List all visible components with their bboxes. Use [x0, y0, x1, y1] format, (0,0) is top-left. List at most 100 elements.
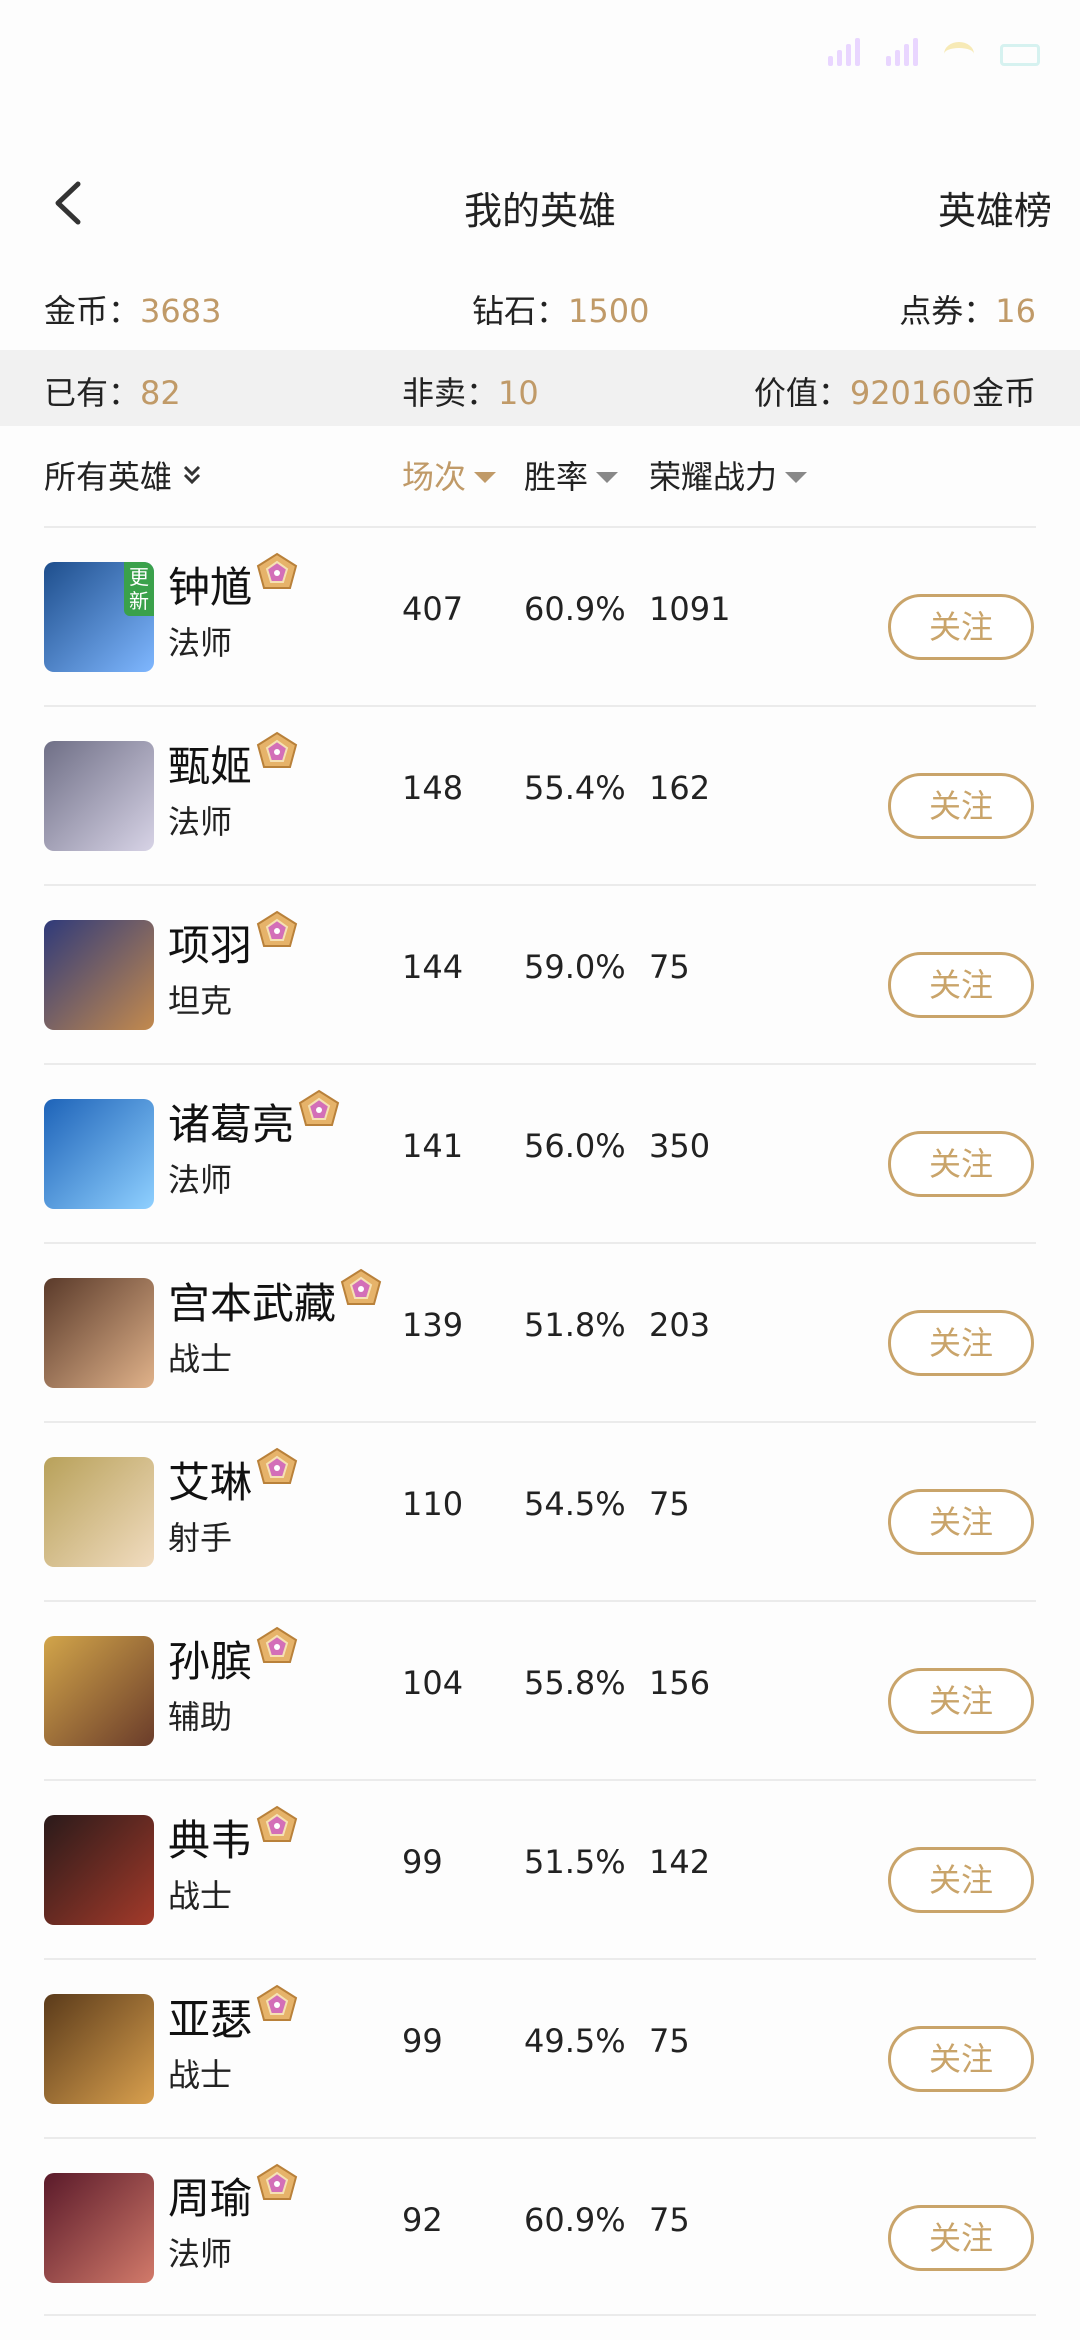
hero-avatar[interactable] — [44, 1994, 154, 2104]
hero-name: 项羽 — [168, 921, 253, 970]
hero-games: 92 — [402, 2201, 443, 2239]
sort-down-icon — [596, 471, 619, 483]
hero-role: 法师 — [168, 803, 233, 841]
hero-name: 艾琳 — [168, 1458, 253, 1507]
worth-unit: 金币 — [971, 374, 1036, 412]
medal-icon — [256, 1805, 298, 1842]
hero-name: 亚瑟 — [168, 1995, 253, 2044]
hero-name-wrap: 亚瑟 — [168, 1984, 300, 2047]
hero-games: 407 — [402, 590, 464, 628]
sort-by-power[interactable]: 荣耀战力 — [649, 452, 808, 498]
coupon-value: 16 — [995, 292, 1036, 330]
hero-name-wrap: 周瑜 — [168, 2163, 300, 2226]
hero-winrate: 60.9% — [524, 2201, 626, 2239]
sort-games-label: 场次 — [402, 458, 467, 496]
medal-icon — [340, 1268, 382, 1305]
sort-by-games[interactable]: 场次 — [402, 452, 497, 498]
hero-games: 99 — [402, 2022, 443, 2060]
hero-avatar[interactable] — [44, 1815, 154, 1925]
medal-icon — [256, 731, 298, 768]
hero-filter-dropdown[interactable]: 所有英雄 — [44, 452, 204, 498]
follow-button[interactable]: 关注 — [888, 1310, 1034, 1376]
unsold-label: 非卖： — [402, 374, 499, 412]
follow-button[interactable]: 关注 — [888, 2026, 1034, 2092]
follow-button[interactable]: 关注 — [888, 773, 1034, 839]
medal-icon — [256, 910, 298, 947]
hero-role: 辅助 — [168, 1698, 233, 1736]
hero-avatar[interactable] — [44, 920, 154, 1030]
follow-button[interactable]: 关注 — [888, 1847, 1034, 1913]
medal-icon — [256, 1984, 298, 2021]
medal-icon — [256, 1447, 298, 1484]
hero-winrate: 51.8% — [524, 1306, 626, 1344]
hero-row[interactable]: 诸葛亮 法师 141 56.0% 350 关注 — [44, 1063, 1036, 1242]
hero-row[interactable]: 周瑜 法师 92 60.9% 75 关注 — [44, 2137, 1036, 2316]
hero-row[interactable]: 艾琳 射手 110 54.5% 75 关注 — [44, 1421, 1036, 1600]
currency-row: 金币：3683 钻石：1500 点券：16 — [44, 286, 1036, 338]
hero-power: 75 — [649, 948, 690, 986]
hero-name-wrap: 钟馗 — [168, 552, 300, 615]
battery-icon — [1000, 44, 1040, 66]
signal-icon — [828, 36, 860, 66]
hero-avatar[interactable] — [44, 2173, 154, 2283]
hero-name: 甄姬 — [168, 742, 253, 791]
sort-down-icon — [474, 471, 497, 483]
hero-row[interactable]: 孙膑 辅助 104 55.8% 156 关注 — [44, 1600, 1036, 1779]
sort-bar: 所有英雄 场次 胜率 荣耀战力 — [44, 452, 1036, 524]
hero-avatar[interactable] — [44, 1099, 154, 1209]
hero-power: 156 — [649, 1664, 711, 1702]
hero-row[interactable]: 典韦 战士 99 51.5% 142 关注 — [44, 1779, 1036, 1958]
hero-avatar[interactable] — [44, 741, 154, 851]
sort-by-winrate[interactable]: 胜率 — [524, 452, 619, 498]
hero-name-wrap: 甄姬 — [168, 731, 300, 794]
hero-avatar[interactable] — [44, 1457, 154, 1567]
hero-avatar[interactable] — [44, 1636, 154, 1746]
diamond-balance: 钻石：1500 — [472, 286, 649, 332]
hero-role: 射手 — [168, 1519, 233, 1557]
hero-role: 坦克 — [168, 982, 233, 1020]
hero-power: 203 — [649, 1306, 711, 1344]
hero-power: 162 — [649, 769, 711, 807]
diamond-label: 钻石： — [472, 292, 569, 330]
hero-role: 战士 — [168, 2056, 233, 2094]
hero-filter-label: 所有英雄 — [44, 458, 173, 496]
hero-name: 周瑜 — [168, 2174, 253, 2223]
coupon-label: 点券： — [899, 292, 996, 330]
hero-winrate: 49.5% — [524, 2022, 626, 2060]
hero-name-wrap: 典韦 — [168, 1805, 300, 1868]
hero-row[interactable]: 亚瑟战士 99 49.5% 75 关注 — [44, 1958, 1036, 2137]
hero-winrate: 59.0% — [524, 948, 626, 986]
hero-row[interactable]: 宫本武藏 战士 139 51.8% 203 关注 — [44, 1242, 1036, 1421]
hero-winrate: 51.5% — [524, 1843, 626, 1881]
follow-button[interactable]: 关注 — [888, 2205, 1034, 2271]
status-bar — [0, 0, 1080, 96]
hero-power: 75 — [649, 2201, 690, 2239]
medal-icon — [298, 1089, 340, 1126]
hero-name: 诸葛亮 — [168, 1100, 295, 1149]
follow-button[interactable]: 关注 — [888, 1489, 1034, 1555]
hero-role: 战士 — [168, 1340, 233, 1378]
hero-row[interactable]: 更新 钟馗 法师 407 60.9% 1091 关注 — [44, 526, 1036, 705]
hero-power: 75 — [649, 2022, 690, 2060]
hero-winrate: 56.0% — [524, 1127, 626, 1165]
summary-bar: 已有：82 非卖：10 价值：920160金币 — [0, 350, 1080, 426]
follow-button[interactable]: 关注 — [888, 594, 1034, 660]
hero-row[interactable]: 项羽 坦克 144 59.0% 75 关注 — [44, 884, 1036, 1063]
hero-ranking-link[interactable]: 英雄榜 — [938, 180, 1052, 235]
hero-name: 宫本武藏 — [168, 1279, 337, 1328]
hero-winrate: 55.8% — [524, 1664, 626, 1702]
hero-row[interactable]: 甄姬 法师 148 55.4% 162 关注 — [44, 705, 1036, 884]
total-worth: 价值：920160金币 — [754, 368, 1036, 414]
hero-name: 孙膑 — [168, 1637, 253, 1686]
follow-button[interactable]: 关注 — [888, 1131, 1034, 1197]
follow-button[interactable]: 关注 — [888, 1668, 1034, 1734]
hero-avatar[interactable]: 更新 — [44, 562, 154, 672]
signal-icon — [886, 36, 918, 66]
diamond-value: 1500 — [568, 292, 650, 330]
hero-avatar[interactable] — [44, 1278, 154, 1388]
hero-power: 75 — [649, 1485, 690, 1523]
follow-button[interactable]: 关注 — [888, 952, 1034, 1018]
hero-winrate: 60.9% — [524, 590, 626, 628]
hero-winrate: 55.4% — [524, 769, 626, 807]
update-badge: 更新 — [124, 562, 154, 616]
